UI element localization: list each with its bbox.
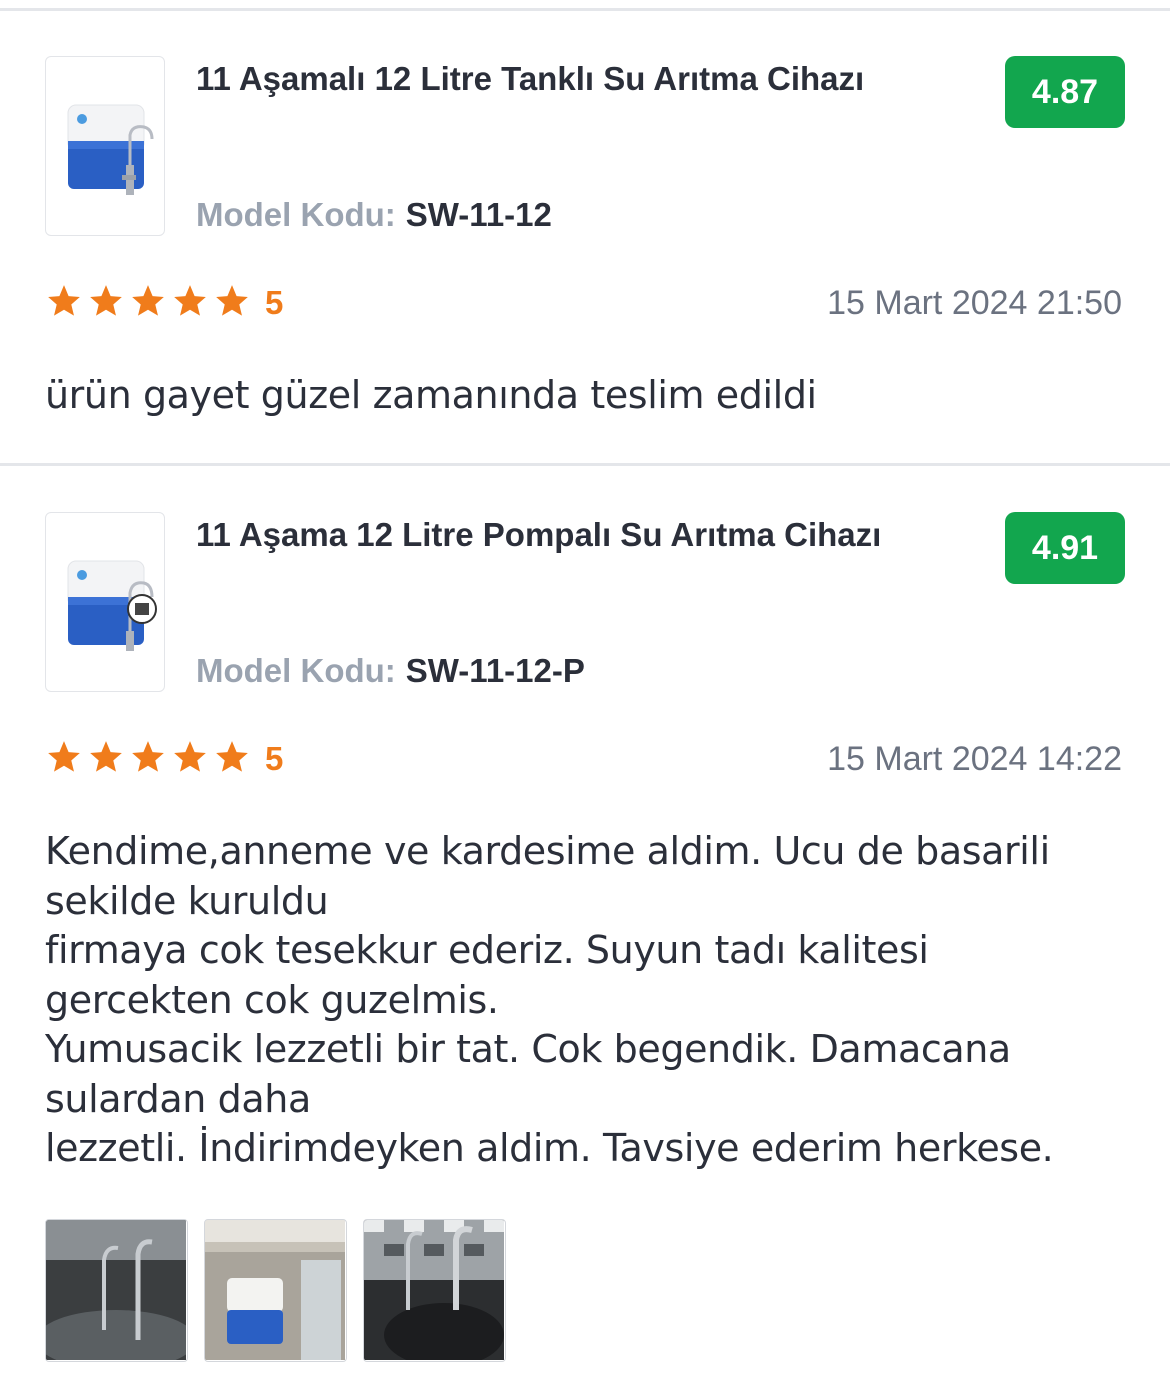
star-icon <box>171 282 213 324</box>
star-icon <box>171 738 213 780</box>
star-rating: 5 <box>45 738 283 780</box>
product-score-badge: 4.87 <box>1005 56 1125 128</box>
star-icon <box>87 282 129 324</box>
star-icon <box>87 738 129 780</box>
review-photo[interactable] <box>363 1219 506 1362</box>
review-photo[interactable] <box>45 1219 188 1362</box>
top-divider <box>0 8 1170 11</box>
product-title[interactable]: 11 Aşamalı 12 Litre Tanklı Su Arıtma Cih… <box>196 60 864 98</box>
product-thumbnail[interactable] <box>45 56 165 236</box>
model-code: SW-11-12-P <box>405 652 585 689</box>
star-icon <box>213 738 255 780</box>
model-code: SW-11-12 <box>405 196 552 233</box>
star-icon <box>45 738 87 780</box>
product-score-badge: 4.91 <box>1005 512 1125 584</box>
review-date: 15 Mart 2024 14:22 <box>827 740 1122 778</box>
review-photo-image <box>205 1220 345 1360</box>
review-comment: ürün gayet güzel zamanında teslim edildi <box>45 373 817 417</box>
star-icon <box>45 282 87 324</box>
review-photo-image <box>364 1220 504 1360</box>
review-comment: Kendime,anneme ve kardesime aldim. Ucu d… <box>45 829 1054 1170</box>
star-icon <box>129 282 171 324</box>
review-date: 15 Mart 2024 21:50 <box>827 284 1122 322</box>
review-divider <box>0 463 1170 466</box>
model-label: Model Kodu: <box>196 196 396 233</box>
rating-value: 5 <box>265 284 284 321</box>
product-thumbnail[interactable] <box>45 512 165 692</box>
rating-value: 5 <box>265 740 284 777</box>
review-photo-image <box>46 1220 186 1360</box>
review-photos <box>45 1219 506 1362</box>
product-title[interactable]: 11 Aşama 12 Litre Pompalı Su Arıtma Ciha… <box>196 516 881 554</box>
star-rating: 5 <box>45 282 283 324</box>
star-icon <box>129 738 171 780</box>
model-code-row: Model Kodu: SW-11-12 <box>196 196 552 234</box>
review-photo[interactable] <box>204 1219 347 1362</box>
model-label: Model Kodu: <box>196 652 396 689</box>
star-icon <box>213 282 255 324</box>
water-purifier-image <box>67 560 157 651</box>
water-purifier-image <box>67 104 154 195</box>
model-code-row: Model Kodu: SW-11-12-P <box>196 652 585 690</box>
